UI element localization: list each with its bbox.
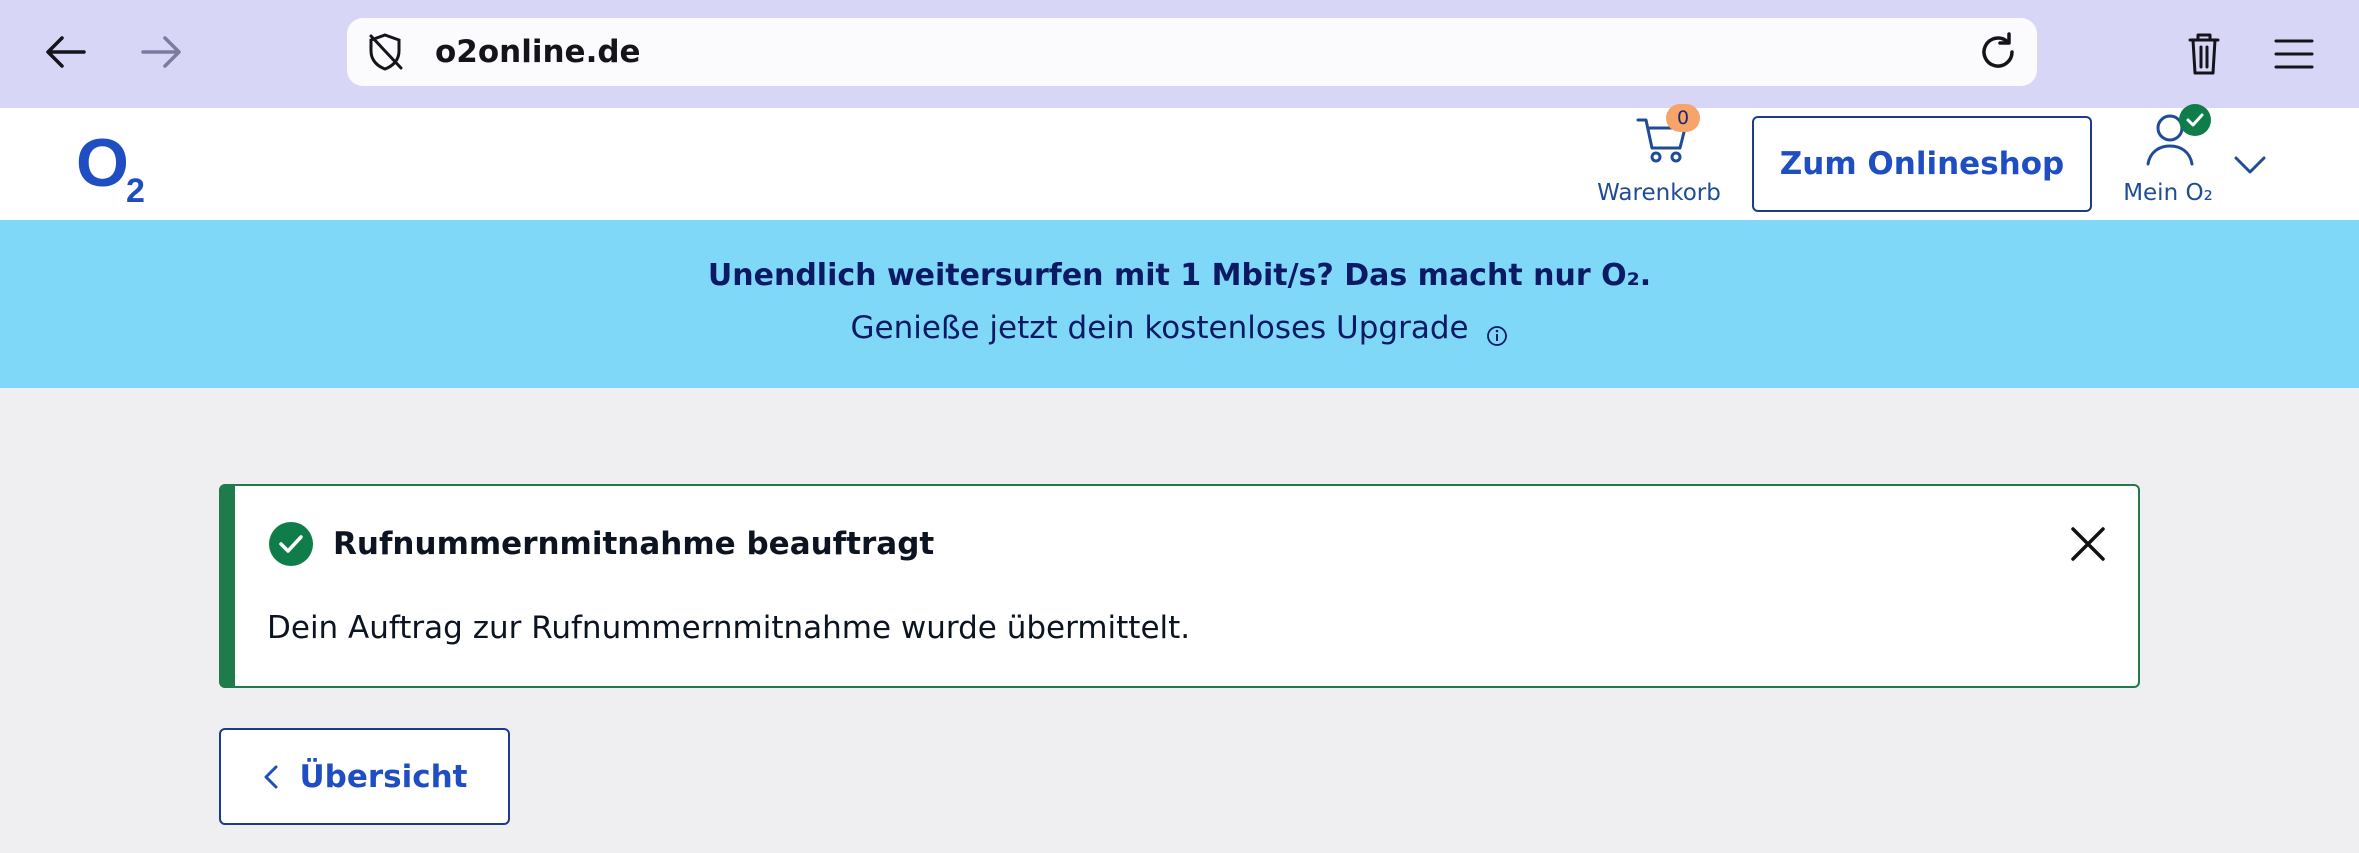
notification-title: Rufnummernmitnahme beauftragt <box>333 526 935 562</box>
notification-message: Dein Auftrag zur Rufnummernmitnahme wurd… <box>267 610 1191 646</box>
reload-icon[interactable] <box>1975 29 2021 75</box>
overview-back-button[interactable]: Übersicht <box>219 728 510 825</box>
back-arrow-icon[interactable] <box>36 22 96 82</box>
o2-logo[interactable]: O 2 <box>76 124 156 210</box>
cart-link[interactable]: 0 Warenkorb <box>1594 104 1724 220</box>
logo-letter: O <box>76 125 129 201</box>
promo-title: Unendlich weitersurfen mit 1 Mbit/s? Das… <box>707 258 1652 293</box>
chevron-left-icon <box>261 763 281 791</box>
site-header: O 2 0 Warenkorb Zum Onlineshop Mein O₂ <box>0 104 2359 220</box>
success-check-icon <box>269 522 313 566</box>
promo-banner[interactable]: Unendlich weitersurfen mit 1 Mbit/s? Das… <box>0 220 2359 388</box>
success-notification: Rufnummernmitnahme beauftragt Dein Auftr… <box>219 484 2140 688</box>
cart-count-badge: 0 <box>1666 104 1700 132</box>
overview-back-label: Übersicht <box>299 758 468 795</box>
close-icon[interactable] <box>2066 522 2110 566</box>
url-text[interactable]: o2online.de <box>435 34 641 70</box>
forward-arrow-icon[interactable] <box>131 22 191 82</box>
logo-subscript: 2 <box>126 172 145 204</box>
logged-in-check-icon <box>2179 104 2211 136</box>
trash-icon[interactable] <box>2176 26 2232 82</box>
onlineshop-button[interactable]: Zum Onlineshop <box>1752 116 2092 212</box>
chevron-down-icon[interactable] <box>2230 150 2270 180</box>
account-label: Mein O₂ <box>2123 180 2213 206</box>
menu-icon[interactable] <box>2266 26 2322 82</box>
info-icon[interactable] <box>1486 319 1508 346</box>
promo-subtitle: Genieße jetzt dein kostenloses Upgrade <box>0 310 2359 346</box>
address-bar[interactable]: o2online.de <box>347 18 2037 86</box>
tracking-shield-icon[interactable] <box>363 30 407 74</box>
promo-subtitle-text: Genieße jetzt dein kostenloses Upgrade <box>850 310 1469 346</box>
account-menu[interactable]: Mein O₂ <box>2108 104 2228 220</box>
cart-label: Warenkorb <box>1597 180 1721 206</box>
browser-toolbar: o2online.de <box>0 0 2359 108</box>
